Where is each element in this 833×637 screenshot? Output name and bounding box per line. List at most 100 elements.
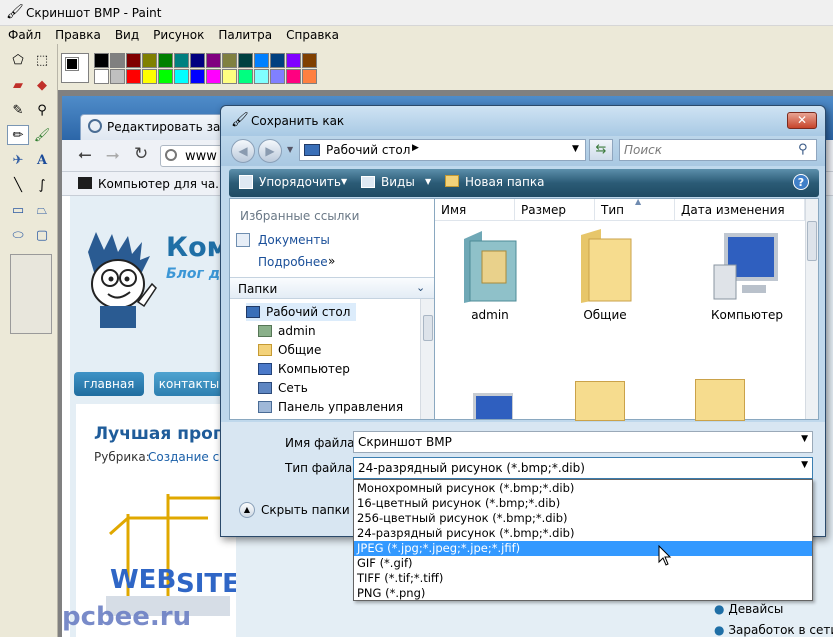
views-button[interactable]: Виды [381, 175, 415, 189]
filetype-option-mono-bmp[interactable]: Монохромный рисунок (*.bmp;*.dib) [354, 481, 812, 496]
color-picker-icon[interactable]: ✎ [7, 100, 29, 120]
airbrush-icon[interactable]: ✈ [7, 150, 29, 170]
favorite-documents[interactable]: Документы [258, 233, 330, 247]
rounded-rect-icon[interactable]: ▢ [31, 225, 53, 245]
menu-file[interactable]: Файл [0, 26, 47, 42]
palette-swatch[interactable] [94, 53, 109, 68]
tree-item-computer[interactable]: Компьютер [258, 360, 350, 378]
filetype-option-24-bmp[interactable]: 24-разрядный рисунок (*.bmp;*.dib) [354, 526, 812, 541]
palette-swatch[interactable] [254, 69, 269, 84]
curve-icon[interactable]: ∫ [31, 175, 53, 195]
back-button[interactable]: ◀ [231, 139, 255, 163]
forward-button[interactable]: ▶ [258, 139, 282, 163]
filetype-dropdown-list: Монохромный рисунок (*.bmp;*.dib) 16-цве… [353, 479, 813, 601]
palette-swatch[interactable] [190, 69, 205, 84]
palette-swatch[interactable] [206, 69, 221, 84]
history-dropdown-icon[interactable]: ▼ [287, 145, 293, 154]
line-icon[interactable]: ╲ [7, 175, 29, 195]
close-button[interactable]: ✕ [787, 112, 817, 129]
polygon-icon[interactable]: ⏢ [31, 200, 53, 220]
tree-item-desktop[interactable]: Рабочий стол [246, 303, 357, 321]
palette-swatch[interactable] [142, 53, 157, 68]
magnifier-icon[interactable]: ⚲ [31, 100, 53, 120]
favorites-more-link[interactable]: Подробнее [258, 255, 328, 269]
folder-item-computer[interactable]: Компьютер [697, 229, 797, 322]
chevron-down-icon[interactable]: ▼ [801, 434, 808, 444]
palette-swatch[interactable] [174, 53, 189, 68]
palette-swatch[interactable] [126, 53, 141, 68]
filetype-option-gif[interactable]: GIF (*.gif) [354, 556, 812, 571]
palette-swatch[interactable] [302, 69, 317, 84]
menu-palette[interactable]: Палитра [210, 26, 278, 42]
column-date[interactable]: Дата изменения [675, 199, 805, 221]
refresh-button[interactable]: ⇆ [589, 139, 613, 161]
ellipse-icon[interactable]: ⬭ [7, 225, 29, 245]
palette-swatch[interactable] [158, 69, 173, 84]
palette-swatch[interactable] [238, 53, 253, 68]
rectangle-icon[interactable]: ▭ [7, 200, 29, 220]
tool-options-box[interactable] [10, 254, 52, 334]
palette-swatch[interactable] [110, 69, 125, 84]
filetype-select[interactable]: 24-разрядный рисунок (*.bmp;*.dib) ▼ [353, 457, 813, 479]
rect-select-icon[interactable]: ⬚ [31, 50, 53, 70]
palette-swatch[interactable] [94, 69, 109, 84]
palette-swatch[interactable] [110, 53, 125, 68]
search-icon[interactable]: ⚲ [798, 142, 808, 157]
views-dropdown-icon[interactable]: ▼ [425, 177, 431, 186]
filetype-option-16-bmp[interactable]: 16-цветный рисунок (*.bmp;*.dib) [354, 496, 812, 511]
fill-bucket-icon[interactable]: ◆ [31, 75, 53, 95]
chevron-down-icon[interactable]: ▼ [801, 460, 808, 470]
palette-swatch[interactable] [270, 53, 285, 68]
breadcrumb-arrow-icon[interactable]: ▶ [412, 143, 419, 153]
filetype-option-tiff[interactable]: TIFF (*.tif;*.tiff) [354, 571, 812, 586]
menu-help[interactable]: Справка [278, 26, 345, 42]
search-input[interactable]: Поиск ⚲ [619, 139, 817, 161]
menu-image[interactable]: Рисунок [145, 26, 210, 42]
palette-swatch[interactable] [254, 53, 269, 68]
brush-icon[interactable]: 🖌 [31, 125, 53, 145]
palette-swatch[interactable] [238, 69, 253, 84]
tree-item-admin[interactable]: admin [258, 322, 316, 340]
chevron-down-icon[interactable]: ⌄ [416, 281, 425, 294]
palette-swatch[interactable] [222, 53, 237, 68]
filename-input[interactable]: Скриншот BMP ▼ [353, 431, 813, 453]
tree-item-public[interactable]: Общие [258, 341, 321, 359]
new-folder-button[interactable]: Новая папка [465, 175, 544, 189]
column-size[interactable]: Размер [515, 199, 595, 221]
pencil-icon[interactable]: ✏ [7, 125, 29, 145]
folders-header-bar[interactable]: Папки ⌄ [230, 277, 434, 299]
column-name[interactable]: Имя [435, 199, 515, 221]
palette-swatch[interactable] [270, 69, 285, 84]
tree-item-control-panel[interactable]: Панель управления [258, 398, 403, 416]
text-icon[interactable]: A [31, 150, 53, 170]
organize-button[interactable]: Упорядочить [259, 175, 341, 189]
chevron-down-icon[interactable]: ▼ [572, 144, 579, 154]
help-icon[interactable]: ? [793, 174, 809, 190]
palette-swatch[interactable] [206, 53, 221, 68]
paint-toolbox: ⬠ ⬚ ▰ ◆ ✎ ⚲ ✏ 🖌 ✈ A ╲ ∫ ▭ ⏢ ⬭ ▢ [0, 44, 58, 637]
palette-swatch[interactable] [190, 53, 205, 68]
eraser-icon[interactable]: ▰ [7, 75, 29, 95]
organize-dropdown-icon[interactable]: ▼ [341, 177, 347, 186]
palette-swatch[interactable] [174, 69, 189, 84]
tree-item-network[interactable]: Сеть [258, 379, 308, 397]
filetype-option-256-bmp[interactable]: 256-цветный рисунок (*.bmp;*.dib) [354, 511, 812, 526]
file-list-scrollbar[interactable] [805, 199, 818, 419]
palette-swatch[interactable] [222, 69, 237, 84]
folder-item-public[interactable]: Общие [570, 229, 640, 322]
svg-text:SITE: SITE [176, 569, 236, 599]
filetype-option-jpeg[interactable]: JPEG (*.jpg;*.jpeg;*.jpe;*.jfif) [354, 541, 812, 556]
free-select-icon[interactable]: ⬠ [7, 50, 29, 70]
location-bar[interactable]: Рабочий стол ▶ ▼ [299, 139, 586, 161]
palette-swatch[interactable] [286, 69, 301, 84]
palette-swatch[interactable] [142, 69, 157, 84]
filetype-option-png[interactable]: PNG (*.png) [354, 586, 812, 601]
palette-swatch[interactable] [158, 53, 173, 68]
menu-view[interactable]: Вид [107, 26, 145, 42]
palette-swatch[interactable] [286, 53, 301, 68]
palette-swatch[interactable] [126, 69, 141, 84]
palette-swatch[interactable] [302, 53, 317, 68]
menu-edit[interactable]: Правка [47, 26, 107, 42]
tree-scrollbar[interactable] [420, 299, 434, 419]
folder-item-admin[interactable]: admin [455, 229, 525, 322]
